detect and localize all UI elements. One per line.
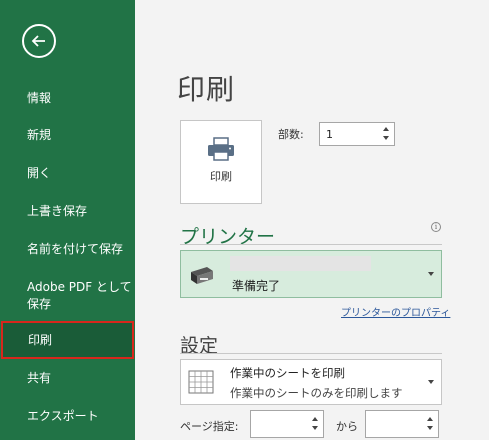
printer-name (230, 256, 371, 271)
spin-up-icon[interactable] (312, 417, 318, 421)
nav-item-save-as[interactable]: 名前を付けて保存 (0, 241, 135, 258)
printer-select[interactable]: 準備完了 (180, 250, 442, 298)
printer-properties-link[interactable]: プリンターのプロパティ (341, 304, 450, 319)
printer-device-icon (191, 267, 213, 284)
pages-to-label: から (336, 420, 358, 433)
page-from-input[interactable] (250, 410, 324, 438)
nav-item-new[interactable]: 新規 (0, 127, 135, 144)
nav-item-save[interactable]: 上書き保存 (0, 203, 135, 220)
printer-icon (208, 137, 234, 161)
print-button[interactable]: 印刷 (180, 120, 262, 204)
spin-down-icon[interactable] (312, 426, 318, 430)
pages-label: ページ指定: (180, 420, 239, 433)
info-icon[interactable]: i (431, 222, 441, 232)
sheet-grid-icon (188, 370, 214, 394)
copies-value: 1 (326, 128, 333, 141)
arrow-left-icon (31, 35, 45, 47)
copies-label: 部数: (278, 128, 304, 141)
nav-item-share[interactable]: 共有 (0, 370, 135, 387)
spin-up-icon[interactable] (427, 417, 433, 421)
spinner-arrows[interactable] (381, 125, 391, 143)
page-title: 印刷 (177, 73, 236, 106)
spin-down-icon[interactable] (427, 426, 433, 430)
page-to-input[interactable] (365, 410, 439, 438)
print-panel: 印刷 印刷 部数: 1 プリンター i 準備完了 プリンターのプロパティ 設定 (135, 0, 489, 440)
nav-item-info[interactable]: 情報 (0, 90, 135, 107)
printer-status: 準備完了 (232, 279, 281, 293)
spin-down-icon[interactable] (383, 136, 389, 140)
print-scope-description: 作業中のシートのみを印刷します (230, 386, 403, 400)
spinner-arrows[interactable] (310, 415, 320, 433)
chevron-down-icon[interactable] (428, 380, 434, 384)
back-button[interactable] (22, 24, 56, 58)
print-scope-select[interactable]: 作業中のシートを印刷 作業中のシートのみを印刷します (180, 359, 442, 405)
sidebar: 情報 新規 開く 上書き保存 名前を付けて保存 Adobe PDF として 保存… (0, 0, 135, 440)
print-button-label: 印刷 (210, 170, 232, 183)
settings-divider (180, 353, 442, 354)
printer-divider (180, 244, 442, 245)
nav-item-print[interactable]: 印刷 (1, 321, 134, 359)
nav-item-export[interactable]: エクスポート (0, 408, 135, 425)
nav-item-adobe-pdf[interactable]: Adobe PDF として 保存 (0, 279, 135, 313)
print-scope-value: 作業中のシートを印刷 (230, 366, 345, 380)
spinner-arrows[interactable] (425, 415, 435, 433)
nav-item-open[interactable]: 開く (0, 165, 135, 182)
copies-spinner[interactable]: 1 (319, 122, 395, 146)
chevron-down-icon[interactable] (428, 272, 434, 276)
spin-up-icon[interactable] (383, 127, 389, 131)
